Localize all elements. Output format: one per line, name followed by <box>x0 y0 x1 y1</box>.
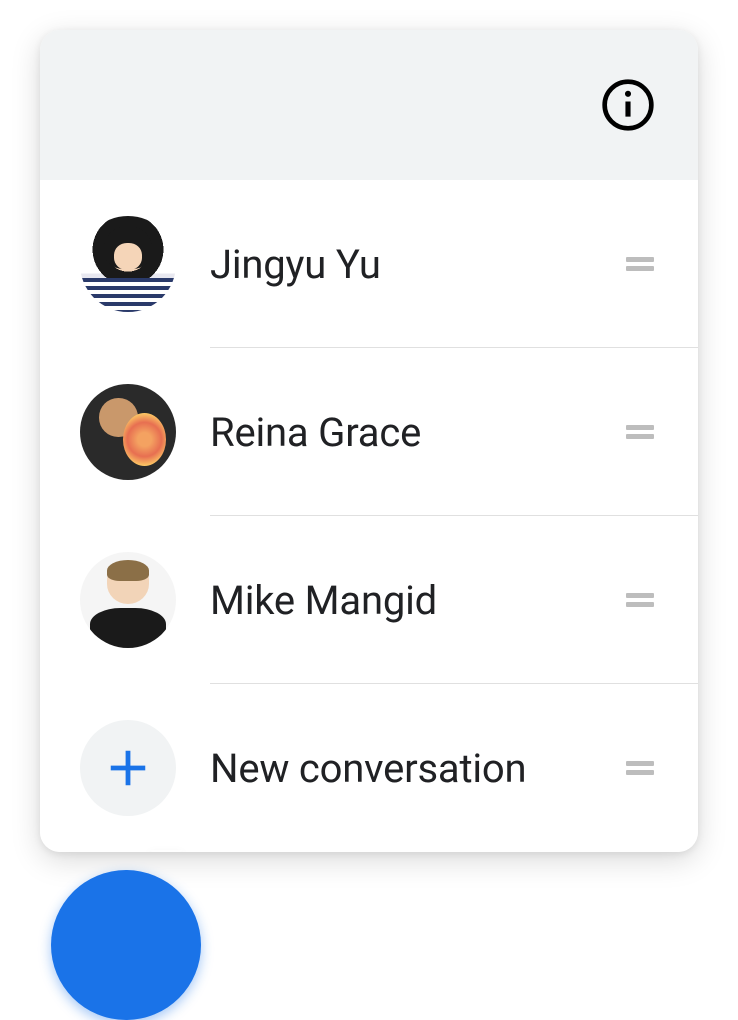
info-button[interactable] <box>598 75 658 135</box>
drag-handle-icon[interactable] <box>626 590 658 610</box>
conversations-popover: Jingyu Yu Reina Grace Mike Mangid <box>40 30 698 852</box>
avatar <box>80 552 176 648</box>
new-conversation-label: New conversation <box>210 745 526 792</box>
conversation-name: Jingyu Yu <box>210 241 381 288</box>
drag-handle-icon[interactable] <box>626 422 658 442</box>
conversation-item[interactable]: Reina Grace <box>40 348 698 516</box>
popover-arrow <box>150 850 182 852</box>
conversation-item[interactable]: Jingyu Yu <box>40 180 698 348</box>
plus-icon <box>105 745 151 791</box>
conversation-name: Mike Mangid <box>210 577 437 624</box>
drag-handle-icon[interactable] <box>626 758 658 778</box>
drag-handle-icon[interactable] <box>626 254 658 274</box>
info-icon <box>600 77 656 133</box>
fab-button[interactable] <box>51 870 201 1020</box>
new-conversation-avatar <box>80 720 176 816</box>
conversation-item[interactable]: Mike Mangid <box>40 516 698 684</box>
conversation-name: Reina Grace <box>210 409 421 456</box>
popover-header <box>40 30 698 180</box>
new-conversation-item[interactable]: New conversation <box>40 684 698 852</box>
conversation-list: Jingyu Yu Reina Grace Mike Mangid <box>40 180 698 852</box>
avatar <box>80 216 176 312</box>
avatar <box>80 384 176 480</box>
